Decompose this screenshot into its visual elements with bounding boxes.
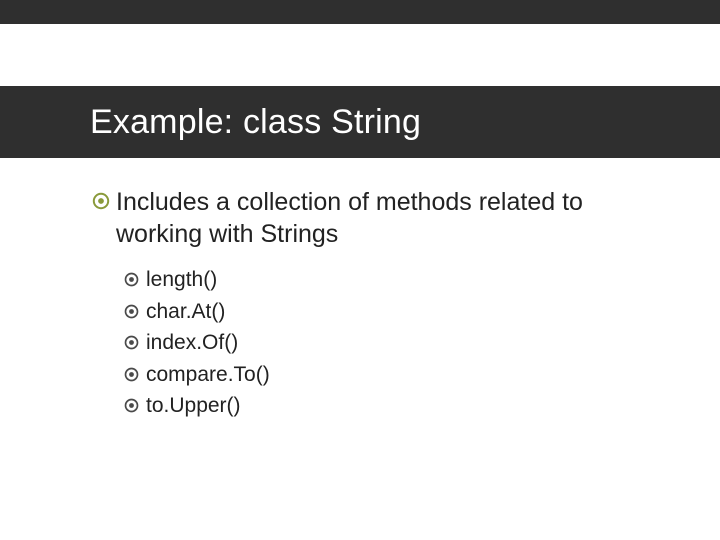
target-bullet-icon — [124, 335, 139, 350]
slide-title: Example: class String — [90, 103, 421, 142]
bullet-level2-text: length() — [146, 264, 217, 296]
slide-body: Includes a collection of methods related… — [92, 186, 660, 422]
bullet-level2: length() — [124, 264, 660, 296]
target-bullet-icon — [124, 272, 139, 287]
bullet-level1: Includes a collection of methods related… — [92, 186, 660, 250]
bullet-level2-text: index.Of() — [146, 327, 238, 359]
bullet-level2: index.Of() — [124, 327, 660, 359]
bullet-level2-text: compare.To() — [146, 359, 270, 391]
target-bullet-icon — [124, 398, 139, 413]
title-band: Example: class String — [0, 86, 720, 158]
target-bullet-icon — [124, 367, 139, 382]
bullet-level2-text: to.Upper() — [146, 390, 241, 422]
top-accent-bar — [0, 0, 720, 24]
bullet-level1-text: Includes a collection of methods related… — [116, 186, 660, 250]
target-bullet-icon — [124, 304, 139, 319]
target-bullet-icon — [92, 192, 110, 210]
bullet-level2: compare.To() — [124, 359, 660, 391]
bullet-level2-text: char.At() — [146, 296, 225, 328]
sub-bullet-list: length() char.At() index.Of() — [124, 264, 660, 422]
slide: Example: class String Includes a collect… — [0, 0, 720, 540]
bullet-level2: to.Upper() — [124, 390, 660, 422]
bullet-level2: char.At() — [124, 296, 660, 328]
